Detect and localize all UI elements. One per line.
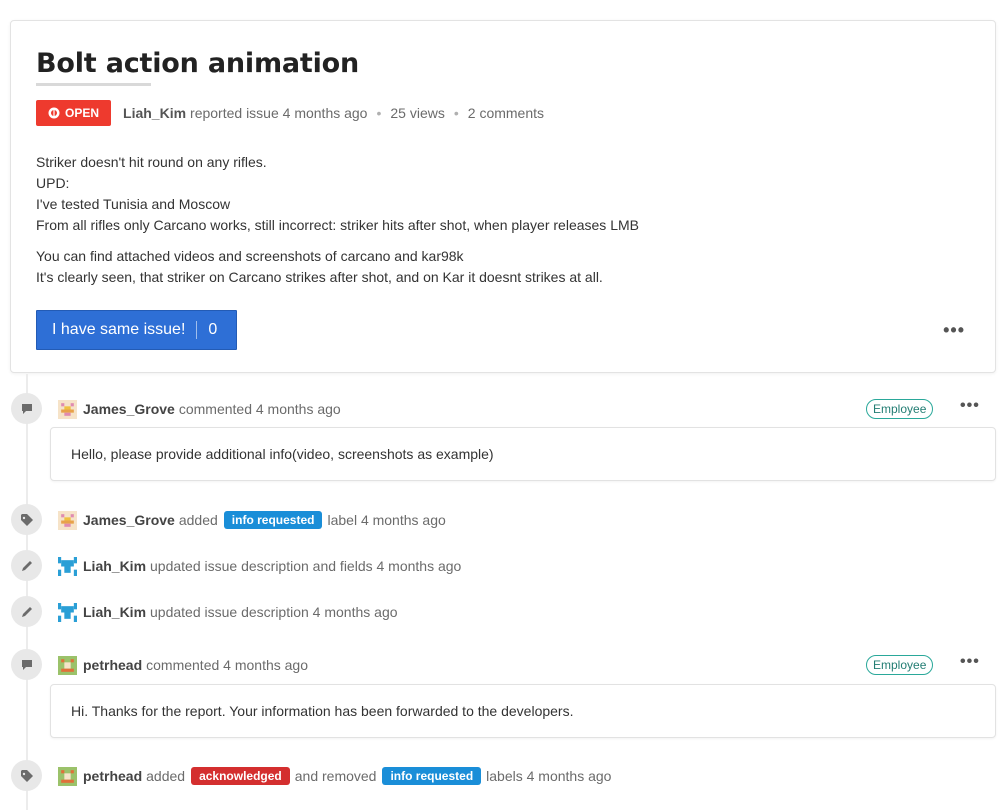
meta-separator: • (453, 105, 459, 121)
timeline-event-label: James_Grove added info requested label 4… (58, 510, 450, 530)
label-info-requested[interactable]: info requested (223, 511, 323, 529)
more-options-icon[interactable]: ••• (943, 320, 965, 341)
event-text: and removed (294, 768, 377, 784)
comment-body: Hello, please provide additional info(vi… (50, 427, 996, 481)
status-badge: OPEN (36, 100, 112, 126)
button-divider (196, 321, 198, 339)
views-count: 25 views (390, 105, 445, 121)
user-link[interactable]: James_Grove (83, 512, 175, 528)
user-link[interactable]: Liah_Kim (83, 604, 146, 620)
user-link[interactable]: James_Grove (83, 401, 175, 417)
pencil-icon (11, 596, 42, 627)
event-text: commented 4 months ago (178, 401, 341, 417)
event-text: label 4 months ago (327, 512, 446, 528)
timeline-event-comment: James_Grove commented 4 months ago (58, 399, 345, 419)
avatar (58, 556, 77, 576)
title-underline (36, 83, 151, 86)
same-issue-label: I have same issue! (52, 321, 186, 338)
description-line: I've tested Tunisia and Moscow (36, 196, 231, 212)
meta-separator: • (376, 105, 382, 121)
timeline-event-comment: petrhead commented 4 months ago (58, 655, 312, 675)
user-link[interactable]: Liah_Kim (83, 558, 146, 574)
event-text: labels 4 months ago (486, 768, 612, 784)
description-line: UPD: (36, 175, 70, 191)
tag-icon (11, 504, 42, 535)
avatar (58, 399, 77, 419)
avatar (58, 602, 77, 622)
label-info-requested[interactable]: info requested (382, 767, 482, 785)
avatar (58, 510, 77, 530)
user-link[interactable]: petrhead (83, 657, 142, 673)
comments-count: 2 comments (467, 105, 545, 121)
same-issue-count: 0 (208, 321, 218, 338)
timeline-event-update: Liah_Kim updated issue description and f… (58, 556, 465, 576)
reported-text: reported issue 4 months ago (190, 105, 368, 121)
description-line: It's clearly seen, that striker on Carca… (36, 269, 603, 285)
comment-icon (11, 393, 42, 424)
event-text: updated issue description and fields 4 m… (150, 558, 462, 574)
timeline-line (26, 374, 28, 810)
avatar (58, 655, 77, 675)
more-options-icon[interactable]: ••• (960, 397, 980, 415)
issue-description: Striker doesn't hit round on any rifles.… (36, 152, 966, 288)
user-link[interactable]: petrhead (83, 768, 142, 784)
timeline-event-label: petrhead added acknowledged and removed … (58, 766, 615, 786)
issue-meta: OPEN Liah_Kim reported issue 4 months ag… (36, 100, 544, 126)
pencil-icon (11, 550, 42, 581)
event-text: added (178, 512, 218, 528)
reporter-link[interactable]: Liah_Kim (123, 105, 186, 121)
bug-icon (48, 107, 60, 119)
label-acknowledged[interactable]: acknowledged (191, 767, 290, 785)
more-options-icon[interactable]: ••• (960, 653, 980, 671)
event-text: added (146, 768, 186, 784)
issue-title: Bolt action animation (36, 48, 360, 79)
comment-icon (11, 649, 42, 680)
issue-card: Bolt action animation OPEN Liah_Kim repo… (10, 20, 996, 373)
tag-icon (11, 760, 42, 791)
event-text: updated issue description 4 months ago (150, 604, 398, 620)
same-issue-button[interactable]: I have same issue! 0 (36, 310, 237, 350)
timeline-event-update: Liah_Kim updated issue description 4 mon… (58, 602, 402, 622)
employee-badge: Employee (866, 655, 934, 675)
description-line: You can find attached videos and screens… (36, 248, 464, 264)
description-line: From all rifles only Carcano works, stil… (36, 217, 639, 233)
description-line: Striker doesn't hit round on any rifles. (36, 154, 267, 170)
employee-badge: Employee (866, 399, 934, 419)
comment-body: Hi. Thanks for the report. Your informat… (50, 684, 996, 738)
avatar (58, 766, 77, 786)
status-label: OPEN (65, 106, 100, 120)
event-text: commented 4 months ago (146, 657, 308, 673)
